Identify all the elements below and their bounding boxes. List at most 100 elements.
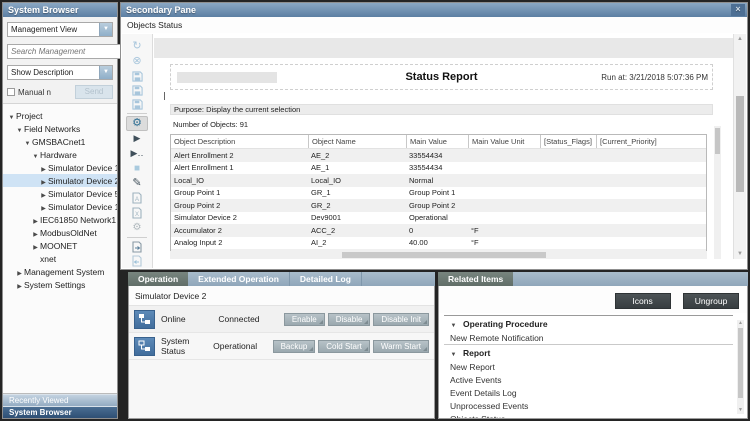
svg-text:X: X — [135, 212, 139, 218]
manual-navigation-checkbox[interactable] — [7, 88, 15, 96]
disable-button[interactable]: Disable — [328, 313, 371, 326]
chevron-collapsed-icon[interactable] — [31, 228, 40, 238]
table-row: Local_IOLocal_IONormal — [171, 174, 706, 187]
chevron-collapsed-icon[interactable] — [15, 267, 24, 277]
scroll-down-icon[interactable]: ▼ — [737, 407, 744, 414]
chevron-collapsed-icon[interactable] — [31, 215, 40, 225]
export-document-icon[interactable] — [126, 240, 148, 254]
tree-item-xnet[interactable]: xnet — [3, 252, 117, 265]
description-mode-dropdown[interactable]: Show Description ▼ — [7, 65, 113, 80]
view-selector-dropdown[interactable]: Management View ▼ — [7, 22, 113, 37]
chevron-expanded-icon[interactable] — [450, 348, 457, 358]
related-item-unprocessed-events[interactable]: Unprocessed Events — [444, 399, 733, 412]
save-icon[interactable] — [126, 69, 148, 83]
related-items-scrollbar[interactable]: ▲ ▼ — [737, 320, 744, 414]
save-as-icon[interactable] — [126, 83, 148, 97]
chevron-collapsed-icon[interactable] — [31, 241, 40, 251]
chevron-collapsed-icon[interactable] — [39, 176, 48, 186]
scroll-up-icon[interactable]: ▲ — [737, 320, 744, 327]
scrollbar-thumb[interactable] — [736, 96, 744, 192]
report-horizontal-scrollbar[interactable] — [170, 251, 707, 259]
tree-item-label: Simulator Device 1 — [48, 163, 117, 173]
tab-extended-operation[interactable]: Extended Operation — [188, 272, 290, 286]
related-item-new-report[interactable]: New Report — [444, 360, 733, 373]
tree-item-gmsbacnet1[interactable]: GMSBACnet1 — [3, 135, 117, 148]
scrollbar-thumb[interactable] — [738, 328, 743, 398]
backup-button[interactable]: Backup — [273, 340, 316, 353]
group-operating-procedure[interactable]: Operating Procedure — [444, 316, 733, 331]
tree-item-hardware[interactable]: Hardware — [3, 148, 117, 161]
system-browser-title: System Browser — [8, 3, 79, 17]
tree-item-iec61850-network1[interactable]: IEC61850 Network1 — [3, 213, 117, 226]
chevron-expanded-icon[interactable] — [23, 137, 32, 147]
table-scrollbar[interactable] — [714, 126, 721, 259]
tree-item-moonet[interactable]: MOONET — [3, 239, 117, 252]
tree-item-simulator-device-100[interactable]: Simulator Device 100 — [3, 200, 117, 213]
settings-gear-icon[interactable]: ⚙ — [126, 116, 148, 131]
chevron-expanded-icon[interactable] — [7, 111, 16, 121]
chevron-collapsed-icon[interactable] — [39, 202, 48, 212]
save-all-icon[interactable] — [126, 97, 148, 111]
related-item-event-details-log[interactable]: Event Details Log — [444, 386, 733, 399]
tree-item-label: MOONET — [40, 241, 77, 251]
group-report[interactable]: Report — [444, 344, 733, 360]
report-margin-band — [154, 38, 733, 58]
scrollbar-thumb[interactable] — [342, 252, 546, 258]
cell: 33554434 — [406, 162, 468, 175]
send-button[interactable]: Send — [75, 85, 113, 99]
chevron-expanded-icon[interactable] — [15, 124, 24, 134]
export-pdf-icon[interactable]: A — [126, 191, 148, 205]
export-excel-icon[interactable]: X — [126, 206, 148, 220]
stop-icon[interactable]: ■ — [126, 161, 148, 176]
report-vertical-scrollbar[interactable]: ▲ ▼ — [733, 34, 746, 259]
warm-start-button[interactable]: Warm Start — [373, 340, 429, 353]
tree-item-simulator-device-2[interactable]: Simulator Device 2 — [3, 174, 117, 187]
cell: °F — [468, 237, 540, 250]
tree-item-modbusoldnet[interactable]: ModbusOldNet — [3, 226, 117, 239]
chevron-down-icon[interactable]: ▼ — [99, 23, 112, 36]
chevron-down-icon[interactable]: ▼ — [99, 66, 112, 79]
related-item-active-events[interactable]: Active Events — [444, 373, 733, 386]
tab-detailed-log[interactable]: Detailed Log — [290, 272, 362, 286]
chevron-collapsed-icon[interactable] — [15, 280, 24, 290]
cancel-icon[interactable]: ⊗ — [126, 54, 148, 69]
cold-start-button[interactable]: Cold Start — [318, 340, 370, 353]
related-item-new-remote-notification[interactable]: New Remote Notification — [444, 331, 733, 344]
tree-item-simulator-device-1[interactable]: Simulator Device 1 — [3, 161, 117, 174]
tree-item-field-networks[interactable]: Field Networks — [3, 122, 117, 135]
chevron-expanded-icon[interactable] — [31, 150, 40, 160]
search-input[interactable] — [8, 47, 122, 56]
edit-pencil-icon[interactable]: ✎ — [126, 176, 148, 191]
cell: Operational — [406, 212, 468, 225]
icons-button[interactable]: Icons — [615, 293, 671, 309]
tab-operation[interactable]: Operation — [128, 272, 188, 286]
scroll-up-icon[interactable]: ▲ — [734, 34, 746, 44]
enable-button[interactable]: Enable — [284, 313, 325, 326]
tree-item-system-settings[interactable]: System Settings — [3, 278, 117, 291]
tree-item-management-system[interactable]: Management System — [3, 265, 117, 278]
scroll-down-icon[interactable]: ▼ — [734, 249, 746, 259]
scrollbar-thumb[interactable] — [715, 128, 720, 154]
recently-viewed-tab[interactable]: Recently Viewed — [3, 394, 117, 406]
close-icon[interactable]: × — [731, 4, 745, 16]
column-header: [Current_Priority] — [596, 135, 706, 148]
refresh-icon[interactable]: ↻ — [126, 39, 148, 54]
cell: Analog Input 2 — [171, 237, 308, 250]
tab-related-items[interactable]: Related Items — [438, 272, 513, 286]
system-browser-controls: Management View ▼ ▼ Show — [3, 17, 117, 103]
objects-status-tab[interactable]: Objects Status — [121, 17, 747, 33]
cell: GR_1 — [308, 187, 406, 200]
related-item-objects-status[interactable]: Objects Status — [444, 412, 733, 419]
run-icon[interactable]: ▶ — [126, 131, 148, 146]
disable-init-button[interactable]: Disable Init — [373, 313, 429, 326]
manage-gears-icon[interactable]: ⚙ — [126, 220, 148, 235]
tree-item-project[interactable]: Project — [3, 109, 117, 122]
chevron-collapsed-icon[interactable] — [39, 163, 48, 173]
import-document-icon[interactable] — [126, 254, 148, 268]
run-options-icon[interactable]: ▶‥ — [126, 146, 148, 161]
chevron-collapsed-icon[interactable] — [39, 189, 48, 199]
system-browser-tab[interactable]: System Browser — [3, 406, 117, 418]
ungroup-button[interactable]: Ungroup — [683, 293, 739, 309]
tree-item-simulator-device-50[interactable]: Simulator Device 50 — [3, 187, 117, 200]
chevron-expanded-icon[interactable] — [450, 319, 457, 329]
